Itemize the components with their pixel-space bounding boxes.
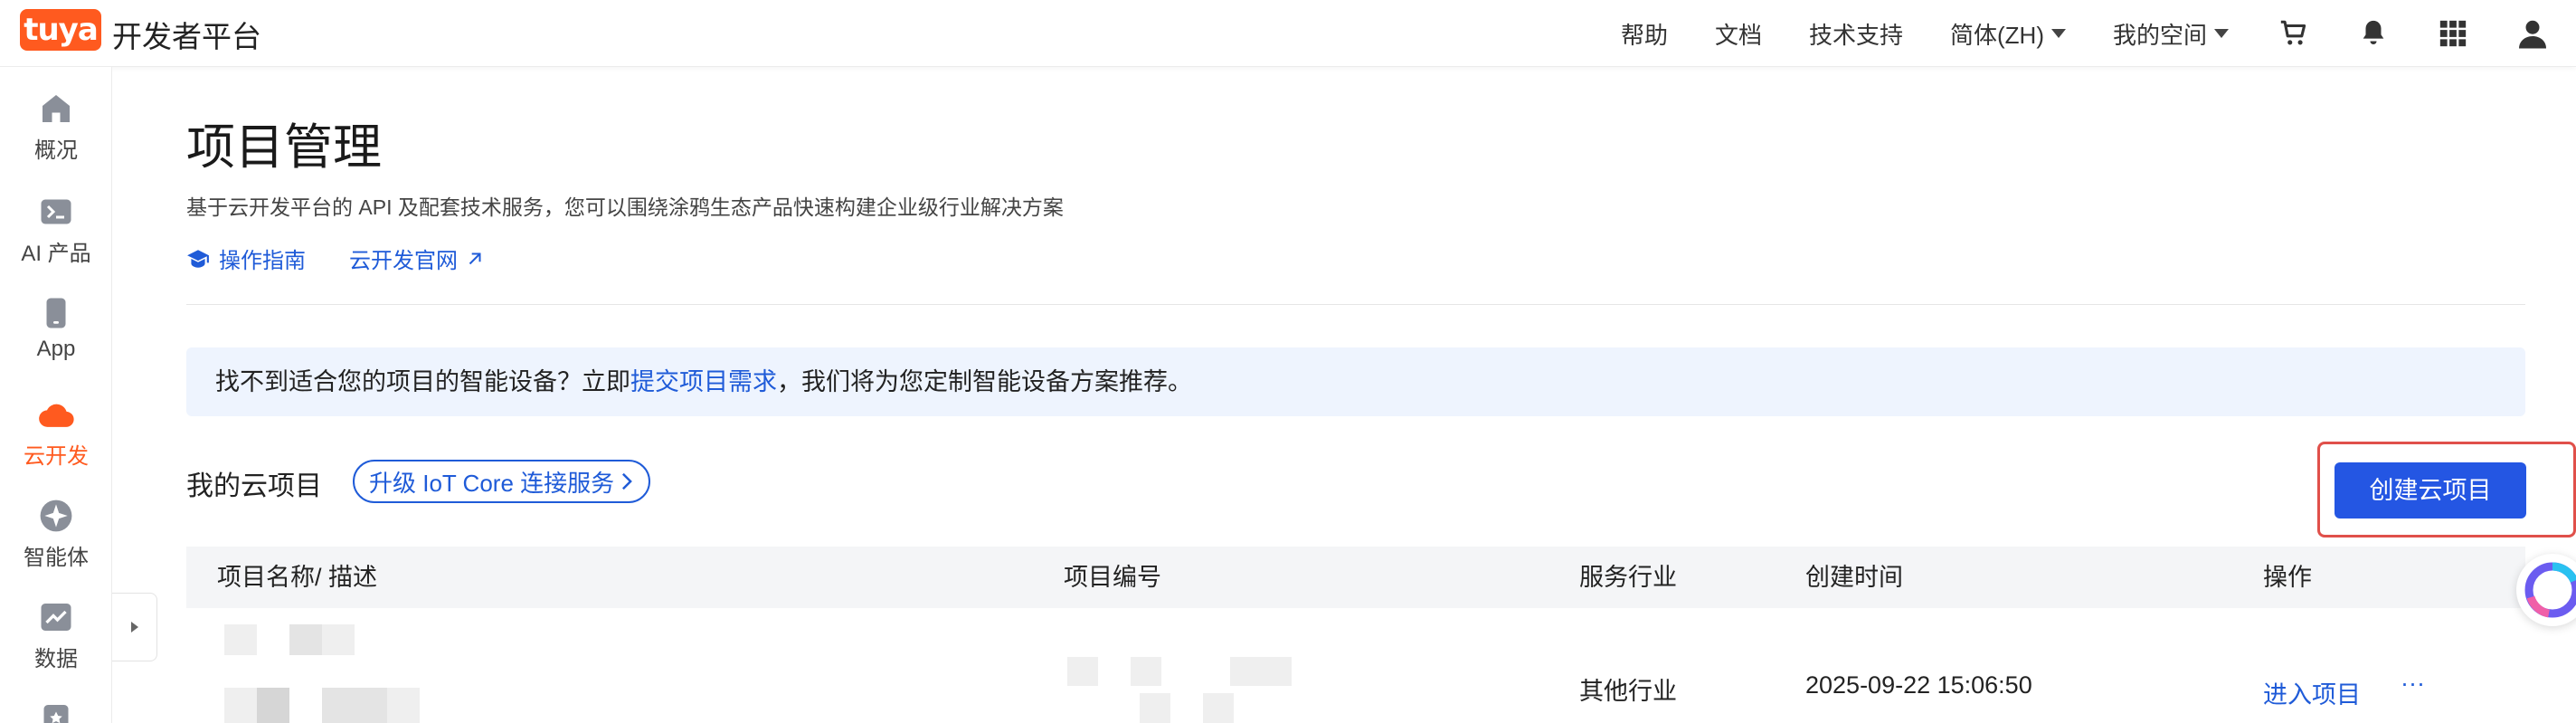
sidebar-item-cloud-dev[interactable]: 云开发 xyxy=(0,396,112,470)
redacted-name xyxy=(322,624,355,655)
sidebar-item-ai-product[interactable]: AI 产品 xyxy=(0,194,112,267)
platform-title[interactable]: 开发者平台 xyxy=(112,13,261,56)
sidebar-item-agent[interactable]: 智能体 xyxy=(0,498,112,571)
sidebar-expand-toggle[interactable] xyxy=(112,593,157,661)
redacted-id xyxy=(1203,693,1234,723)
create-cloud-project-button[interactable]: 创建云项目 xyxy=(2334,462,2526,518)
cloud-dev-site-label: 云开发官网 xyxy=(349,249,458,273)
cart-icon[interactable] xyxy=(2276,15,2312,52)
caret-right-icon xyxy=(130,622,138,633)
tuya-logo[interactable]: tuya xyxy=(20,9,101,51)
compass-icon xyxy=(38,498,74,534)
bell-icon[interactable] xyxy=(2355,15,2391,52)
notice-suffix: ，我们将为您定制智能设备方案推荐。 xyxy=(777,368,1192,395)
sidebar-item-overview[interactable]: 概况 xyxy=(0,90,112,164)
assistant-logo-icon xyxy=(2524,562,2576,618)
row-created-time: 2025-09-22 15:06:50 xyxy=(1805,671,2032,699)
col-actions: 操作 xyxy=(2263,564,2312,591)
row-industry: 其他行业 xyxy=(1579,678,1677,705)
my-space-label: 我的空间 xyxy=(2112,21,2207,49)
redacted-id xyxy=(1230,657,1261,686)
sidebar-item-data[interactable]: 数据 xyxy=(0,599,112,672)
nav-support-label: 技术支持 xyxy=(1808,21,1903,49)
language-dropdown[interactable]: 简体(ZH) xyxy=(1950,17,2066,51)
apps-grid-icon[interactable] xyxy=(2435,15,2471,52)
page-title: 项目管理 xyxy=(186,120,382,175)
sidebar-item-label: 数据 xyxy=(34,647,78,671)
page-description: 基于云开发平台的 API 及配套技术服务，您可以围绕涂鸦生态产品快速构建企业级行… xyxy=(186,195,1064,219)
user-icon[interactable] xyxy=(2514,15,2551,52)
star-icon xyxy=(38,700,74,723)
recommendation-notice: 找不到适合您的项目的智能设备？立即提交项目需求，我们将为您定制智能设备方案推荐。 xyxy=(186,347,2525,416)
header-divider xyxy=(186,304,2525,305)
my-space-dropdown[interactable]: 我的空间 xyxy=(2113,17,2229,51)
top-bar: tuya 开发者平台 帮助 文档 技术支持 简体(ZH) 我的空间 xyxy=(0,0,2576,67)
floating-assistant-button[interactable] xyxy=(2516,554,2576,626)
create-button-highlight: 创建云项目 xyxy=(2317,442,2576,537)
redacted-desc xyxy=(355,688,387,723)
phone-icon xyxy=(38,295,74,331)
redacted-id xyxy=(1261,657,1292,686)
graduation-cap-icon xyxy=(187,249,209,268)
cloud-icon xyxy=(38,396,74,433)
sidebar-item-app[interactable]: App xyxy=(0,295,112,362)
redacted-desc xyxy=(322,688,355,723)
upgrade-iot-core-button[interactable]: 升级 IoT Core 连接服务 xyxy=(353,460,651,503)
nav-docs-label: 文档 xyxy=(1714,21,1762,49)
redacted-name xyxy=(224,624,257,655)
upgrade-label: 升级 IoT Core 连接服务 xyxy=(369,469,615,497)
caret-down-icon xyxy=(2214,29,2229,38)
left-sidebar: 概况 AI 产品 App 云开发 智能体 数据 xyxy=(0,67,112,723)
external-link-icon xyxy=(469,252,481,264)
col-project-id: 项目编号 xyxy=(1064,564,1161,591)
redacted-id xyxy=(1140,693,1170,723)
sidebar-item-label: 概况 xyxy=(34,138,78,163)
col-name: 项目名称/ 描述 xyxy=(217,564,378,591)
redacted-id xyxy=(1067,657,1098,686)
projects-table-header: 项目名称/ 描述 项目编号 服务行业 创建时间 操作 xyxy=(186,547,2525,608)
redacted-desc xyxy=(387,688,420,723)
page-links: 操作指南 云开发官网 xyxy=(186,243,528,274)
my-cloud-projects-title: 我的云项目 xyxy=(186,471,322,501)
redacted-desc xyxy=(257,688,289,723)
nav-help-label: 帮助 xyxy=(1620,21,1668,49)
redacted-desc xyxy=(224,688,257,723)
sidebar-item-label: 云开发 xyxy=(24,444,89,469)
redacted-id xyxy=(1131,657,1161,686)
more-actions-button[interactable]: ··· xyxy=(2401,670,2425,698)
submit-requirement-link[interactable]: 提交项目需求 xyxy=(630,368,777,395)
notice-prefix: 找不到适合您的项目的智能设备？立即 xyxy=(215,368,630,395)
chart-icon xyxy=(38,599,74,635)
guide-link[interactable]: 操作指南 xyxy=(186,243,306,274)
chevron-right-icon xyxy=(622,472,633,490)
redacted-name xyxy=(289,624,322,655)
col-created: 创建时间 xyxy=(1805,564,1903,591)
sidebar-item-label: 智能体 xyxy=(24,546,89,570)
sidebar-item-label: AI 产品 xyxy=(21,242,91,266)
nav-help[interactable]: 帮助 xyxy=(1621,17,1668,51)
nav-docs[interactable]: 文档 xyxy=(1715,17,1762,51)
caret-down-icon xyxy=(2050,29,2066,38)
cloud-dev-site-link[interactable]: 云开发官网 xyxy=(349,243,485,274)
sidebar-item-label: App xyxy=(36,337,76,361)
col-industry: 服务行业 xyxy=(1579,564,1677,591)
terminal-icon xyxy=(38,194,74,230)
home-icon xyxy=(38,90,74,127)
language-label: 简体(ZH) xyxy=(1950,21,2044,49)
enter-project-link[interactable]: 进入项目 xyxy=(2263,675,2361,710)
guide-link-label: 操作指南 xyxy=(219,249,306,273)
top-nav: 帮助 文档 技术支持 简体(ZH) 我的空间 xyxy=(1621,0,2576,67)
nav-support[interactable]: 技术支持 xyxy=(1809,17,1903,51)
sidebar-item-more[interactable] xyxy=(0,700,112,723)
